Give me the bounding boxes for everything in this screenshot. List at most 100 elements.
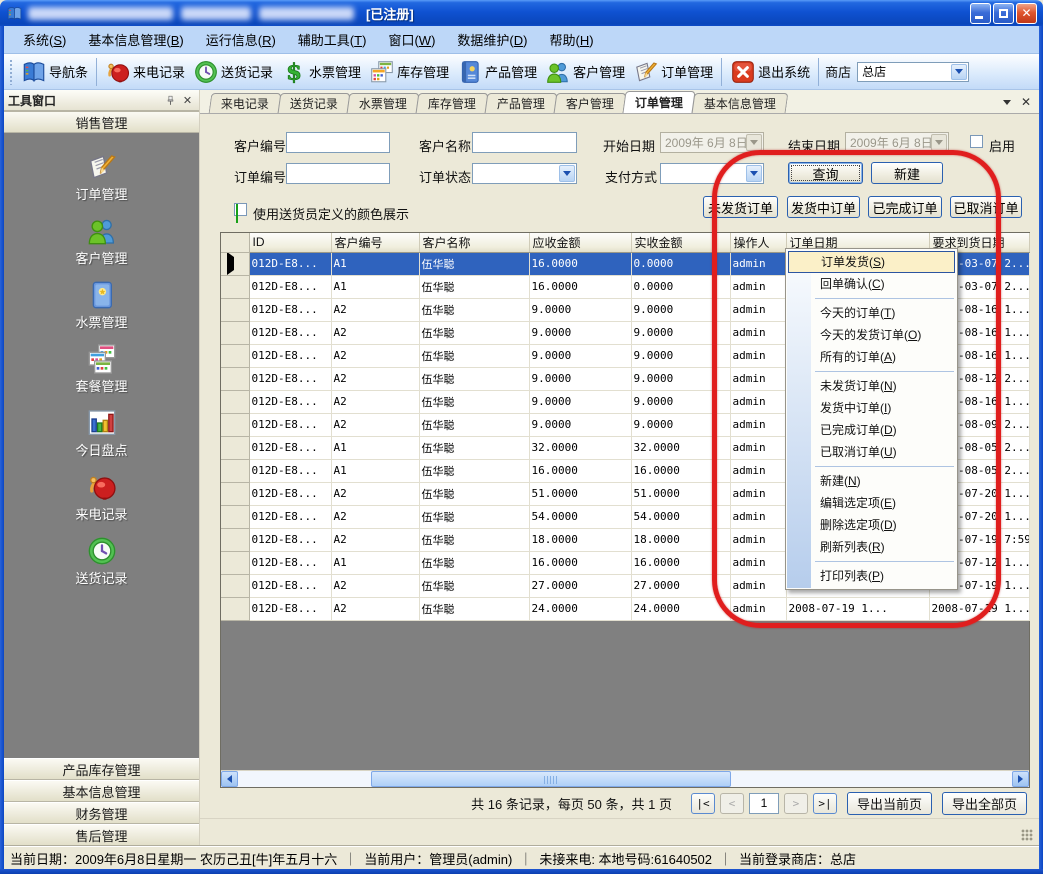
pay-method-select[interactable] xyxy=(660,163,764,184)
maximize-button[interactable] xyxy=(993,3,1014,24)
sidebar-item-水票管理[interactable]: 水票管理 xyxy=(4,279,199,343)
sidebar-item-来电记录[interactable]: 来电记录 xyxy=(4,471,199,535)
toolbar-button-call-record-icon[interactable]: 来电记录 xyxy=(101,57,189,87)
close-icon[interactable]: ✕ xyxy=(180,93,195,108)
tab-水票管理[interactable]: 水票管理 xyxy=(347,93,420,113)
column-header[interactable]: 实收金额 xyxy=(631,233,730,252)
scrollbar-thumb[interactable] xyxy=(371,771,731,787)
toolbar-button-inventory-icon[interactable]: 库存管理 xyxy=(365,57,453,87)
toolbar-grip[interactable] xyxy=(9,59,14,85)
toolbar-button-water-ticket-icon[interactable]: $水票管理 xyxy=(277,57,365,87)
context-menu-item[interactable]: 发货中订单(I) xyxy=(787,397,956,419)
customer-name-input[interactable] xyxy=(472,132,577,153)
sidebar-item-订单管理[interactable]: 订单管理 xyxy=(4,151,199,215)
context-menu-item[interactable]: 刷新列表(R) xyxy=(787,536,956,558)
chevron-down-icon[interactable] xyxy=(746,165,762,182)
minimize-button[interactable] xyxy=(970,3,991,24)
context-menu-item[interactable]: 订单发货(S) xyxy=(788,251,955,273)
status-filter-button-已完成订单[interactable]: 已完成订单 xyxy=(868,196,942,218)
sidebar-section-售后管理[interactable]: 售后管理 xyxy=(4,824,199,846)
chevron-down-icon[interactable] xyxy=(951,64,967,80)
first-page-button[interactable]: |< xyxy=(691,793,715,814)
horizontal-scrollbar[interactable] xyxy=(221,770,1029,787)
column-header[interactable]: 客户编号 xyxy=(331,233,419,252)
context-menu-item[interactable]: 删除选定项(D) xyxy=(787,514,956,536)
sidebar-item-客户管理[interactable]: 客户管理 xyxy=(4,215,199,279)
toolbar-button-exit-icon[interactable]: 退出系统 xyxy=(726,57,814,87)
last-page-button[interactable]: >| xyxy=(813,793,837,814)
color-checkbox[interactable] xyxy=(234,203,247,216)
export-all-pages-button[interactable]: 导出全部页 xyxy=(942,792,1027,815)
tab-库存管理[interactable]: 库存管理 xyxy=(416,93,489,113)
sidebar-section-基本信息管理[interactable]: 基本信息管理 xyxy=(4,780,199,802)
sidebar-item-套餐管理[interactable]: 套餐管理 xyxy=(4,343,199,407)
resize-grip[interactable] xyxy=(1021,829,1033,841)
order-status-select[interactable] xyxy=(472,163,577,184)
context-menu-item[interactable]: 回单确认(C) xyxy=(787,273,956,295)
chevron-down-icon[interactable] xyxy=(1003,100,1011,105)
column-header[interactable]: 应收金额 xyxy=(529,233,631,252)
sidebar-item-送货记录[interactable]: 送货记录 xyxy=(4,535,199,599)
menu-item[interactable]: 辅助工具(T) xyxy=(287,27,378,52)
sidebar-section-产品库存管理[interactable]: 产品库存管理 xyxy=(4,758,199,780)
context-menu-item[interactable]: 所有的订单(A) xyxy=(787,346,956,368)
column-header[interactable]: 客户名称 xyxy=(419,233,529,252)
context-menu-item[interactable]: 今天的发货订单(O) xyxy=(787,324,956,346)
context-menu-item[interactable]: 打印列表(P) xyxy=(787,565,956,587)
context-menu-item[interactable]: 新建(N) xyxy=(787,470,956,492)
page-number-input[interactable] xyxy=(749,793,779,814)
tab-送货记录[interactable]: 送货记录 xyxy=(278,93,351,113)
status-filter-button-已取消订单[interactable]: 已取消订单 xyxy=(950,196,1022,218)
close-icon[interactable]: ✕ xyxy=(1021,95,1031,109)
toolbar-button-delivery-record-icon[interactable]: 送货记录 xyxy=(189,57,277,87)
export-current-page-button[interactable]: 导出当前页 xyxy=(847,792,932,815)
context-menu-item[interactable]: 已完成订单(D) xyxy=(787,419,956,441)
scroll-left-icon[interactable] xyxy=(221,771,238,787)
status-filter-button-发货中订单[interactable]: 发货中订单 xyxy=(787,196,860,218)
tab-产品管理[interactable]: 产品管理 xyxy=(485,93,558,113)
tab-基本信息管理[interactable]: 基本信息管理 xyxy=(692,93,789,113)
menu-item[interactable]: 系统(S) xyxy=(12,27,77,52)
toolbar-button-order-icon[interactable]: 订单管理 xyxy=(629,57,717,87)
customer-no-input[interactable] xyxy=(286,132,390,153)
menu-item[interactable]: 窗口(W) xyxy=(377,27,446,52)
context-menu-item[interactable]: 编辑选定项(E) xyxy=(787,492,956,514)
tab-客户管理[interactable]: 客户管理 xyxy=(554,93,627,113)
toolbar-button-navigator-icon[interactable]: 导航条 xyxy=(17,57,92,87)
menu-item[interactable]: 数据维护(D) xyxy=(446,27,538,52)
menu-item[interactable]: 运行信息(R) xyxy=(195,27,287,52)
next-page-button[interactable]: > xyxy=(784,793,808,814)
menu-item[interactable]: 基本信息管理(B) xyxy=(77,27,194,52)
context-menu-item[interactable]: 已取消订单(U) xyxy=(787,441,956,463)
start-date-picker[interactable]: 2009年 6月 8日 xyxy=(660,132,764,153)
tab-来电记录[interactable]: 来电记录 xyxy=(209,93,282,113)
chevron-down-icon[interactable] xyxy=(931,134,947,151)
chevron-down-icon[interactable] xyxy=(746,134,762,151)
sidebar-section-sales[interactable]: 销售管理 xyxy=(4,111,199,133)
sidebar-item-今日盘点[interactable]: 今日盘点 xyxy=(4,407,199,471)
shop-select[interactable]: 总店 xyxy=(857,62,969,82)
new-button[interactable]: 新建 xyxy=(871,162,943,184)
sidebar-section-财务管理[interactable]: 财务管理 xyxy=(4,802,199,824)
pin-icon[interactable] xyxy=(163,93,178,108)
tab-订单管理[interactable]: 订单管理 xyxy=(623,91,696,113)
table-cell: 18.0000 xyxy=(529,528,631,551)
chevron-down-icon[interactable] xyxy=(559,165,575,182)
end-date-picker[interactable]: 2009年 6月 8日 xyxy=(845,132,949,153)
menu-item[interactable]: 帮助(H) xyxy=(538,27,604,52)
query-button[interactable]: 查询 xyxy=(788,162,863,184)
column-header[interactable]: 操作人 xyxy=(730,233,786,252)
close-button[interactable]: ✕ xyxy=(1016,3,1037,24)
order-no-input[interactable] xyxy=(286,163,390,184)
context-menu-item[interactable]: 未发货订单(N) xyxy=(787,375,956,397)
toolbar-button-product-icon[interactable]: 产品管理 xyxy=(453,57,541,87)
status-filter-button-未发货订单[interactable]: 未发货订单 xyxy=(703,196,778,218)
toolbar-button-customer-icon[interactable]: 客户管理 xyxy=(541,57,629,87)
sidebar-item-label: 客户管理 xyxy=(75,248,127,267)
scroll-right-icon[interactable] xyxy=(1012,771,1029,787)
enable-checkbox[interactable] xyxy=(970,135,983,148)
table-row[interactable]: 012D-E8...A2伍华聪24.000024.0000admin2008-0… xyxy=(221,597,1029,620)
prev-page-button[interactable]: < xyxy=(720,793,744,814)
context-menu-item[interactable]: 今天的订单(T) xyxy=(787,302,956,324)
column-header[interactable]: ID xyxy=(249,233,331,252)
